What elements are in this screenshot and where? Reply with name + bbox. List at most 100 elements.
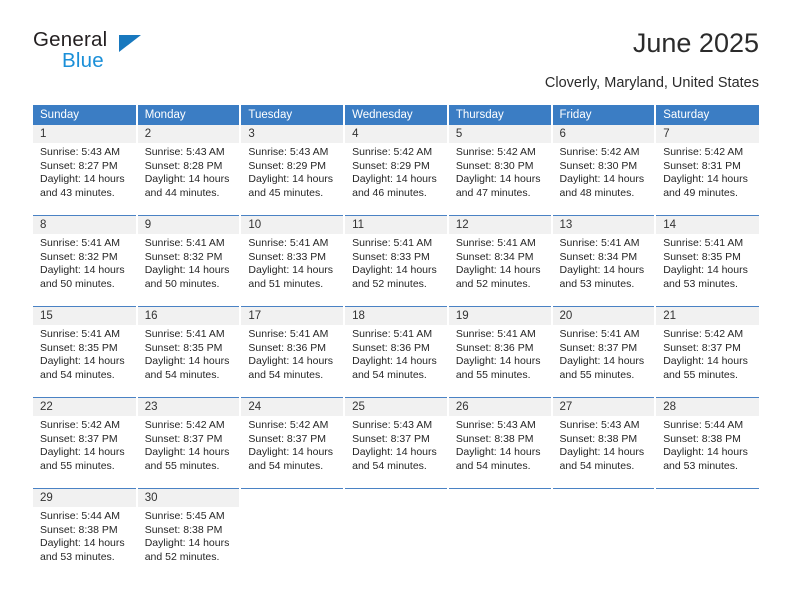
day-sun-info: Sunrise: 5:43 AM Sunset: 8:38 PM Daylight:…	[449, 416, 551, 473]
calendar-day-cell[interactable]: 28 Sunrise: 5:44 AM Sunset: 8:38 PM Dayligh…	[655, 397, 759, 489]
day-number: 15	[33, 307, 136, 325]
calendar-page: General Blue June 2025 Cloverly, Marylan…	[0, 0, 792, 612]
daylight-text-line2: and 52 minutes.	[455, 277, 531, 290]
calendar-day-cell[interactable]: 30 Sunrise: 5:45 AM Sunset: 8:38 PM Dayligh…	[136, 488, 242, 579]
calendar-day-cell[interactable]: 6 Sunrise: 5:42 AM Sunset: 8:30 PM Daylight…	[551, 125, 657, 216]
day-cell-content: 28 Sunrise: 5:44 AM Sunset: 8:38 PM Dayligh…	[656, 398, 759, 488]
daylight-text-line2: and 54 minutes.	[248, 368, 324, 381]
daylight-text-line2: and 54 minutes.	[559, 459, 635, 472]
calendar-day-cell[interactable]	[655, 488, 759, 579]
daylight-text-line1: Daylight: 14 hours	[248, 355, 334, 368]
calendar-day-cell[interactable]: 5 Sunrise: 5:42 AM Sunset: 8:30 PM Daylight…	[447, 125, 553, 216]
calendar-day-cell[interactable]: 18 Sunrise: 5:41 AM Sunset: 8:36 PM Dayligh…	[344, 306, 449, 398]
sunrise-text: Sunrise: 5:41 AM	[144, 328, 225, 340]
sunset-text: Sunset: 8:35 PM	[144, 341, 223, 354]
sunset-text: Sunset: 8:37 PM	[248, 432, 327, 445]
calendar-day-cell[interactable]: 9 Sunrise: 5:41 AM Sunset: 8:32 PM Daylight…	[136, 215, 242, 307]
calendar-day-cell[interactable]: 24 Sunrise: 5:42 AM Sunset: 8:37 PM Dayligh…	[240, 397, 346, 489]
day-number: 7	[656, 125, 759, 143]
daylight-text-line1: Daylight: 14 hours	[663, 264, 748, 277]
calendar-day-cell[interactable]	[551, 488, 657, 579]
daylight-text-line1: Daylight: 14 hours	[40, 173, 125, 186]
calendar-day-cell[interactable]: 1 Sunrise: 5:43 AM Sunset: 8:27 PM Daylight…	[33, 125, 138, 216]
sunset-text: Sunset: 8:37 PM	[352, 432, 430, 445]
sunrise-text: Sunrise: 5:42 AM	[144, 419, 225, 431]
sunset-text: Sunset: 8:34 PM	[559, 250, 638, 263]
calendar-day-cell[interactable]: 2 Sunrise: 5:43 AM Sunset: 8:28 PM Daylight…	[136, 125, 242, 216]
sunrise-text: Sunrise: 5:43 AM	[248, 146, 329, 158]
day-number: 3	[241, 125, 344, 143]
day-number: 19	[448, 307, 551, 325]
calendar-day-cell[interactable]: 19 Sunrise: 5:41 AM Sunset: 8:36 PM Dayligh…	[447, 306, 553, 398]
calendar-day-cell[interactable]: 25 Sunrise: 5:43 AM Sunset: 8:37 PM Dayligh…	[344, 397, 449, 489]
calendar-table: Sunday Monday Tuesday Wednesday Thursday…	[33, 105, 759, 579]
daylight-text-line1: Daylight: 14 hours	[40, 446, 125, 459]
calendar-day-cell[interactable]: 26 Sunrise: 5:43 AM Sunset: 8:38 PM Dayligh…	[447, 397, 553, 489]
sunset-text: Sunset: 8:37 PM	[663, 341, 741, 354]
day-sun-info: Sunrise: 5:42 AM Sunset: 8:37 PM Daylight:…	[138, 416, 240, 473]
sunrise-text: Sunrise: 5:42 AM	[559, 146, 640, 158]
day-number: 4	[345, 125, 447, 143]
daylight-text-line1: Daylight: 14 hours	[248, 446, 334, 459]
sunrise-text: Sunrise: 5:41 AM	[40, 328, 120, 340]
day-cell-content: 9 Sunrise: 5:41 AM Sunset: 8:32 PM Daylight…	[137, 216, 240, 306]
calendar-day-cell[interactable]: 4 Sunrise: 5:42 AM Sunset: 8:29 PM Daylight…	[344, 125, 449, 216]
calendar-day-cell[interactable]: 7 Sunrise: 5:42 AM Sunset: 8:31 PM Daylight…	[655, 125, 759, 216]
sunset-text: Sunset: 8:29 PM	[352, 159, 430, 172]
day-sun-info	[449, 507, 551, 510]
location-subtitle: Cloverly, Maryland, United States	[544, 75, 759, 91]
daylight-text-line2: and 54 minutes.	[248, 459, 324, 472]
daylight-text-line2: and 52 minutes.	[352, 277, 427, 290]
calendar-day-cell[interactable]	[447, 488, 553, 579]
calendar-day-cell[interactable]: 27 Sunrise: 5:43 AM Sunset: 8:38 PM Dayligh…	[551, 397, 657, 489]
calendar-day-cell[interactable]	[344, 488, 449, 579]
day-cell-content: 22 Sunrise: 5:42 AM Sunset: 8:37 PM Dayligh…	[33, 398, 136, 488]
day-number: 23	[137, 398, 240, 416]
day-cell-content: 20 Sunrise: 5:41 AM Sunset: 8:37 PM Dayligh…	[552, 307, 655, 397]
calendar-day-cell[interactable]: 3 Sunrise: 5:43 AM Sunset: 8:29 PM Daylight…	[240, 125, 346, 216]
calendar-day-cell[interactable]: 17 Sunrise: 5:41 AM Sunset: 8:36 PM Dayligh…	[240, 306, 346, 398]
daylight-text-line1: Daylight: 14 hours	[455, 173, 541, 186]
sunset-text: Sunset: 8:34 PM	[455, 250, 534, 263]
sunset-text: Sunset: 8:37 PM	[40, 432, 118, 445]
day-sun-info	[656, 507, 759, 510]
daylight-text-line2: and 49 minutes.	[663, 186, 738, 199]
sunrise-text: Sunrise: 5:41 AM	[352, 328, 433, 340]
calendar-day-cell[interactable]: 20 Sunrise: 5:41 AM Sunset: 8:37 PM Dayligh…	[551, 306, 657, 398]
day-cell-content: 2 Sunrise: 5:43 AM Sunset: 8:28 PM Daylight…	[137, 125, 240, 215]
calendar-day-cell[interactable]: 11 Sunrise: 5:41 AM Sunset: 8:33 PM Dayligh…	[344, 215, 449, 307]
calendar-day-cell[interactable]	[240, 488, 346, 579]
weekday-header-sunday: Sunday	[33, 105, 138, 125]
calendar-day-cell[interactable]: 8 Sunrise: 5:41 AM Sunset: 8:32 PM Daylight…	[33, 215, 138, 307]
day-cell-content: 23 Sunrise: 5:42 AM Sunset: 8:37 PM Dayligh…	[137, 398, 240, 488]
day-number: 29	[33, 489, 136, 507]
sunrise-text: Sunrise: 5:41 AM	[248, 328, 329, 340]
sunset-text: Sunset: 8:33 PM	[248, 250, 327, 263]
daylight-text-line1: Daylight: 14 hours	[663, 446, 748, 459]
calendar-day-cell[interactable]: 13 Sunrise: 5:41 AM Sunset: 8:34 PM Dayligh…	[551, 215, 657, 307]
day-cell-content: 11 Sunrise: 5:41 AM Sunset: 8:33 PM Dayligh…	[345, 216, 447, 306]
day-sun-info: Sunrise: 5:45 AM Sunset: 8:38 PM Daylight:…	[138, 507, 240, 564]
daylight-text-line1: Daylight: 14 hours	[248, 264, 334, 277]
calendar-day-cell[interactable]: 22 Sunrise: 5:42 AM Sunset: 8:37 PM Dayligh…	[33, 397, 138, 489]
calendar-day-cell[interactable]: 14 Sunrise: 5:41 AM Sunset: 8:35 PM Dayligh…	[655, 215, 759, 307]
calendar-day-cell[interactable]: 10 Sunrise: 5:41 AM Sunset: 8:33 PM Dayligh…	[240, 215, 346, 307]
general-blue-logo[interactable]: General Blue	[33, 28, 153, 80]
sunrise-text: Sunrise: 5:43 AM	[559, 419, 640, 431]
sunrise-text: Sunrise: 5:42 AM	[352, 146, 433, 158]
calendar-day-cell[interactable]: 23 Sunrise: 5:42 AM Sunset: 8:37 PM Dayligh…	[136, 397, 242, 489]
calendar-day-cell[interactable]: 12 Sunrise: 5:41 AM Sunset: 8:34 PM Dayligh…	[447, 215, 553, 307]
day-number: 12	[448, 216, 551, 234]
daylight-text-line2: and 54 minutes.	[40, 368, 115, 381]
calendar-day-cell[interactable]: 21 Sunrise: 5:42 AM Sunset: 8:37 PM Dayligh…	[655, 306, 759, 398]
daylight-text-line2: and 52 minutes.	[144, 550, 220, 563]
sunset-text: Sunset: 8:35 PM	[663, 250, 741, 263]
daylight-text-line1: Daylight: 14 hours	[352, 355, 437, 368]
calendar-day-cell[interactable]: 15 Sunrise: 5:41 AM Sunset: 8:35 PM Dayligh…	[33, 306, 138, 398]
day-cell-content: 25 Sunrise: 5:43 AM Sunset: 8:37 PM Dayligh…	[345, 398, 447, 488]
page-title: June 2025	[632, 28, 759, 58]
calendar-day-cell[interactable]: 29 Sunrise: 5:44 AM Sunset: 8:38 PM Dayligh…	[33, 488, 138, 579]
calendar-day-cell[interactable]: 16 Sunrise: 5:41 AM Sunset: 8:35 PM Dayligh…	[136, 306, 242, 398]
day-cell-content: 12 Sunrise: 5:41 AM Sunset: 8:34 PM Dayligh…	[448, 216, 551, 306]
day-number: 26	[448, 398, 551, 416]
